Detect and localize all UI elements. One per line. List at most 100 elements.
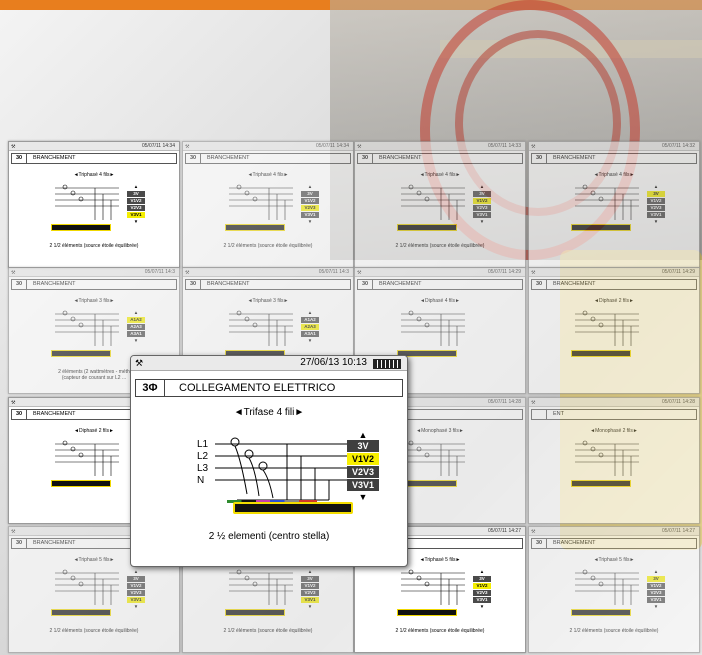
down-arrow-icon: ▼ <box>307 219 313 224</box>
line-label-l1: L1 <box>197 439 209 450</box>
thumbnail-option: 3V <box>647 576 665 582</box>
thumbnail-date: 05/07/11 <box>662 143 682 149</box>
thumbnail-subtitle: ◄Triphasé 3 fils► <box>247 298 289 304</box>
thumbnail-instrument-bar <box>51 224 111 231</box>
down-arrow-icon: ▼ <box>653 219 659 224</box>
thumbnail-status-bar: ⚒ 05/07/11 14:34 <box>9 142 179 151</box>
thumbnail-date: 05/07/11 <box>318 269 338 275</box>
down-arrow-icon: ▼ <box>307 338 313 343</box>
thumbnail-time: 14:28 <box>682 399 695 405</box>
wrench-icon: ⚒ <box>531 270 536 276</box>
thumbnail-title-bar: ENT <box>531 409 697 420</box>
thumbnail-mode: 30 <box>186 280 201 289</box>
battery-icon <box>373 359 401 369</box>
wrench-icon: ⚒ <box>185 144 190 150</box>
thumbnail-date: 05/07/11 <box>316 143 336 149</box>
thumbnail-instrument-bar <box>397 609 457 616</box>
thumbnail-option: V2V3 <box>127 590 145 596</box>
wrench-icon: ⚒ <box>135 358 144 368</box>
wrench-icon: ⚒ <box>531 400 536 406</box>
thumbnail-date: 05/07/11 <box>662 269 682 275</box>
thumbnail-date: 05/07/11 <box>488 399 508 405</box>
option-3v[interactable]: 3V <box>347 440 379 452</box>
thumbnail-title-bar: 30 BRANCHEMENT <box>531 538 697 549</box>
thumbnail-subtitle: ◄Monophasé 2 fils► <box>590 428 638 434</box>
mode-label: 3Φ <box>136 380 165 396</box>
line-label-l2: L2 <box>197 451 209 462</box>
thumbnail-option: 3V <box>473 191 491 197</box>
thumbnail-status-bar: ⚒ 05/07/11 14:29 <box>529 268 699 277</box>
thumbnail-footer: 2 1/2 éléments (source étoile équilibrée… <box>49 628 139 634</box>
thumbnail-title: BRANCHEMENT <box>33 411 76 417</box>
down-arrow-icon: ▼ <box>307 604 313 609</box>
thumbnail-screen: ⚒ 05/07/11 14:33 30 BRANCHEMENT ◄Triphasé 4 … <box>354 141 526 268</box>
thumbnail-status-bar: ⚒ 05/07/11 14:32 <box>529 142 699 151</box>
connection-type-selector[interactable]: ◄Trifase 4 fili► <box>131 407 407 418</box>
line-label-n: N <box>197 475 204 486</box>
thumbnail-mode: 30 <box>186 154 201 163</box>
thumbnail-title-bar: 30 BRANCHEMENT <box>11 153 177 164</box>
thumbnail-time: 14:3 <box>165 269 175 275</box>
thumbnail-option: A2A3 <box>127 324 145 330</box>
thumbnail-screen: ⚒ 05/07/11 14:27 30 BRANCHEMENT ◄Triphasé 5 … <box>528 526 700 653</box>
up-arrow-icon[interactable]: ▲ <box>347 430 379 440</box>
thumbnail-mode: 30 <box>532 154 547 163</box>
down-arrow-icon: ▼ <box>653 604 659 609</box>
thumbnail-status-bar: ⚒ 05/07/11 14:3 <box>183 268 353 277</box>
wrench-icon: ⚒ <box>11 144 16 150</box>
dialog-title: COLLEGAMENTO ELETTRICO <box>179 382 336 394</box>
thumbnail-time: 14:27 <box>682 528 695 534</box>
thumbnail-mode: 30 <box>12 154 27 163</box>
down-arrow-icon[interactable]: ▼ <box>347 492 379 502</box>
thumbnail-status-bar: ⚒ 05/07/11 14:34 <box>183 142 353 151</box>
down-arrow-icon: ▼ <box>479 219 485 224</box>
thumbnail-footer <box>529 243 699 249</box>
thumbnail-option-list: ▲ 3V V1V2 V2V3 V3V1 ▼ <box>647 569 665 611</box>
thumbnail-footer <box>529 499 699 505</box>
thumbnail-mode: 30 <box>12 410 27 419</box>
thumbnail-option: A1A2 <box>127 317 145 323</box>
thumbnail-wiring-diagram <box>55 310 119 346</box>
thumbnail-instrument-bar <box>225 609 285 616</box>
thumbnail-time: 14:27 <box>508 528 521 534</box>
option-v3v1[interactable]: V3V1 <box>347 479 379 491</box>
thumbnail-wiring-diagram <box>229 184 293 220</box>
thumbnail-time: 14:33 <box>508 143 521 149</box>
thumbnail-mode <box>532 410 547 419</box>
thumbnail-option: 3V <box>647 191 665 197</box>
wrench-icon: ⚒ <box>531 144 536 150</box>
option-v2v3[interactable]: V2V3 <box>347 466 379 478</box>
dialog-footer-text: 2 ½ elementi (centro stella) <box>208 531 330 542</box>
thumbnail-status-bar: ⚒ 05/07/11 14:29 <box>355 268 525 277</box>
thumbnail-time: 14:29 <box>682 269 695 275</box>
thumbnail-subtitle: ◄Triphasé 4 fils► <box>419 172 461 178</box>
thumbnail-footer: 2 1/2 éléments (source étoile équilibrée… <box>395 628 485 634</box>
thumbnail-option: V1V2 <box>127 198 145 204</box>
thumbnail-title: BRANCHEMENT <box>33 540 76 546</box>
thumbnail-mode: 30 <box>532 539 547 548</box>
thumbnail-option: 3V <box>473 576 491 582</box>
up-arrow-icon: ▲ <box>479 569 485 574</box>
thumbnail-screen: ⚒ 05/07/11 14:32 30 BRANCHEMENT ◄Triphasé 4 … <box>528 141 700 268</box>
thumbnail-option-list: ▲ 3V V1V2 V2V3 V3V1 ▼ <box>127 184 145 226</box>
thumbnail-option-list: ▲ A1A2 A2A3 A3A1 ▼ <box>127 310 145 345</box>
thumbnail-instrument-bar <box>51 609 111 616</box>
thumbnail-option: V1V2 <box>127 583 145 589</box>
up-arrow-icon: ▲ <box>307 569 313 574</box>
up-arrow-icon: ▲ <box>133 569 139 574</box>
thumbnail-option: V3V1 <box>301 597 319 603</box>
option-v1v2[interactable]: V1V2 <box>347 453 379 465</box>
thumbnail-status-bar: ⚒ 05/07/11 14:33 <box>355 142 525 151</box>
thumbnail-title-bar: 30 BRANCHEMENT <box>357 153 523 164</box>
thumbnail-option-list: ▲ 3V V1V2 V2V3 V3V1 ▼ <box>301 569 319 611</box>
thumbnail-wiring-diagram <box>55 184 119 220</box>
thumbnail-date: 05/07/11 <box>662 528 682 534</box>
thumbnail-footer: 2 1/2 éléments (source étoile équilibrée… <box>395 243 485 249</box>
thumbnail-option: 3V <box>301 191 319 197</box>
thumbnail-option-list: ▲ 3V V1V2 V2V3 V3V1 ▼ <box>473 184 491 226</box>
thumbnail-option: V3V1 <box>647 597 665 603</box>
thumbnail-wiring-diagram <box>401 569 465 605</box>
thumbnail-time: 14:32 <box>682 143 695 149</box>
thumbnail-option: V2V3 <box>301 590 319 596</box>
thumbnail-date: 05/07/11 <box>144 269 164 275</box>
